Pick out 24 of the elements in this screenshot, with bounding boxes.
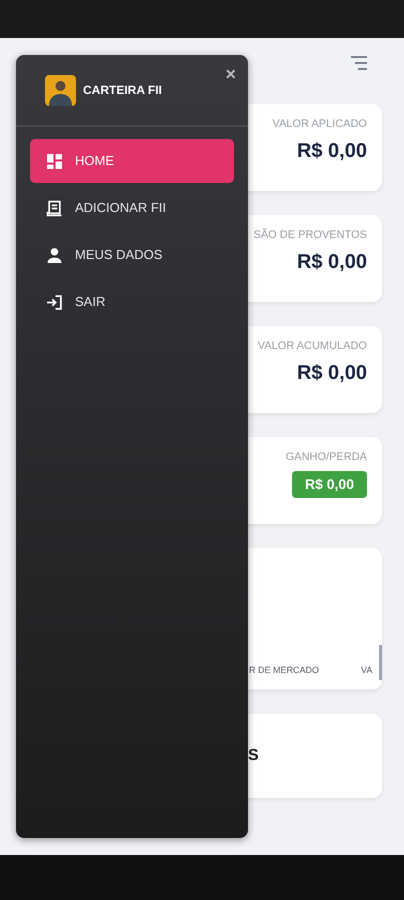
card-value: R$ 0,00 [296, 139, 367, 164]
card-label: SÃO DE PROVENTOS [254, 227, 367, 243]
menu-icon[interactable] [350, 56, 368, 70]
card-value: R$ 0,00 [296, 250, 367, 275]
person-icon [46, 246, 63, 264]
card-label: VALOR ACUMULADO [258, 339, 367, 354]
card-label: GANHO/PERDA [286, 450, 367, 465]
scrollbar[interactable] [379, 645, 382, 680]
value-badge: R$ 0,00 [292, 471, 367, 498]
dashboard-icon [46, 152, 63, 170]
card-value: R$ 0,00 [296, 361, 367, 386]
menu-item[interactable]: HOME [30, 139, 234, 183]
menu-item[interactable]: MEUS DADOS [30, 233, 234, 277]
column-header: VA [361, 664, 372, 677]
avatar [45, 74, 76, 106]
card-title: S [248, 746, 259, 766]
column-header: R DE MERCADO [249, 664, 320, 677]
document-icon [46, 200, 63, 216]
close-button[interactable]: × [225, 65, 236, 83]
sign-in-arrow-icon [46, 294, 63, 310]
app-title: CARTEIRA FII [83, 82, 162, 99]
menu-item[interactable]: SAIR [30, 280, 234, 324]
menu-item[interactable]: ADICIONAR FII [30, 186, 234, 230]
card-label: VALOR APLICADO [272, 117, 367, 132]
